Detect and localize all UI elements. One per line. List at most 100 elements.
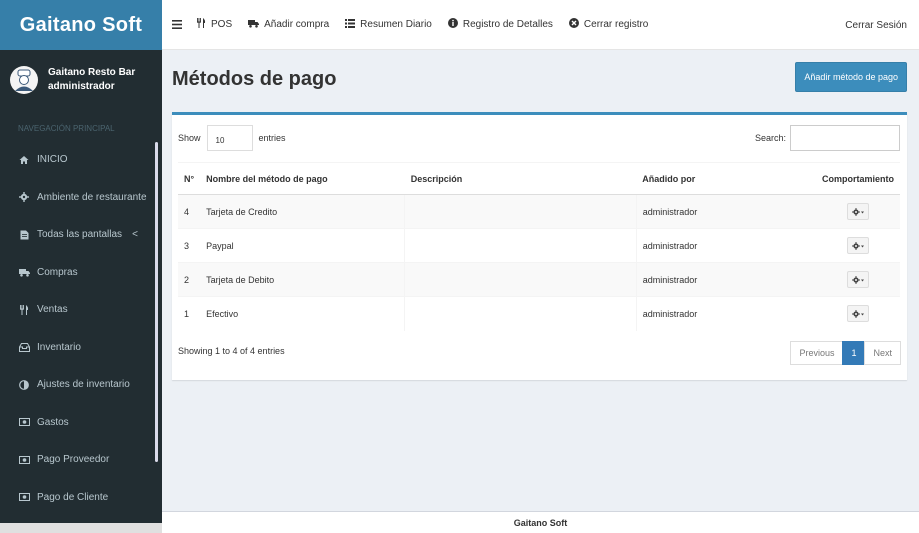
row-actions-button[interactable] [847,237,869,254]
sidebar-item-label: Inventario [37,341,81,353]
sidebar-item-pago-proveedor[interactable]: Pago Proveedor [0,441,162,479]
sidebar-item-label: Gastos [37,416,69,428]
gear-dropdown-icon [851,241,864,250]
table-row: 1 Efectivo administrador [178,296,900,331]
pagination-page-1[interactable]: 1 [842,341,866,365]
cell-name: Tarjeta de Credito [200,194,405,229]
logout-link[interactable]: Cerrar Sesión [845,0,907,50]
cutlery-icon [18,304,30,315]
sidebar-item-label: Ajustes de inventario [37,379,130,391]
chevron-left-icon[interactable]: < [132,229,138,240]
sidebar-item-compras[interactable]: Compras [0,254,162,292]
list-icon [345,18,356,31]
sidebar-item-gastos[interactable]: Gastos [0,404,162,442]
user-role: administrador [48,81,115,92]
table-row: 3 Paypal administrador [178,228,900,263]
cell-name: Paypal [200,228,405,263]
sidebar-item-inventario[interactable]: Inventario [0,329,162,367]
row-actions-button[interactable] [847,271,869,288]
brand-logo[interactable]: Gaitano Soft [0,0,162,50]
hamburger-icon[interactable] [172,18,182,32]
nav-label: Registro de Detalles [462,19,553,30]
sidebar-item-pantallas[interactable]: Todas las pantallas < [0,216,162,254]
truck-icon [18,268,30,277]
cell-description [404,194,637,229]
archive-icon [18,342,30,352]
pagination-next[interactable]: Next [864,341,901,365]
cell-number: 1 [178,296,201,331]
table-info: Showing 1 to 4 of 4 entries [178,346,285,356]
datatable-controls: Show 10 entries Search: [178,125,900,151]
search-control: Search: [755,125,900,151]
add-payment-method-button[interactable]: Añadir método de pago [795,62,907,92]
search-label: Search: [754,133,786,143]
cell-number: 2 [178,262,201,297]
column-header-actions[interactable]: Comportamiento [816,162,900,195]
sidebar-item-ventas[interactable]: Ventas [0,291,162,329]
sidebar-item-label: Todas las pantallas [37,229,123,241]
entries-label: entries [258,133,286,143]
money-icon [18,493,30,502]
top-navbar: POS Añadir compra Resumen Diario Registr… [162,0,919,50]
page-length-control: Show 10 entries [178,125,286,151]
pagination: Previous 1 Next [790,341,901,365]
table-header-row: N° Nombre del método de pago Descripción… [178,162,900,195]
sidebar-scrollbar[interactable] [155,142,158,462]
cell-added-by: administrador [635,228,816,263]
sidebar-footer-strip [0,523,186,533]
page-footer: Gaitano Soft [162,511,919,533]
user-panel: Gaitano Resto Bar administrador [0,50,162,110]
column-header-description[interactable]: Descripción [404,162,637,195]
file-icon [18,230,30,240]
info-icon [447,18,458,31]
cell-number: 3 [178,228,201,263]
avatar [10,66,38,94]
money-icon [18,455,30,464]
sidebar-item-pago-cliente[interactable]: Pago de Cliente [0,479,162,517]
row-actions-button[interactable] [847,203,869,220]
show-label: Show [178,133,201,143]
row-actions-button[interactable] [847,305,869,323]
cell-added-by: administrador [635,262,816,297]
column-header-name[interactable]: Nombre del método de pago [200,162,405,195]
page-title: Métodos de pago [172,68,337,90]
nav-label: Resumen Diario [360,19,432,30]
sidebar-item-label: Compras [37,266,78,278]
search-input[interactable] [790,125,900,151]
cell-description [404,228,637,263]
nav-label: Cerrar registro [583,19,649,30]
sidebar-item-label: Pago de Cliente [37,491,109,503]
user-name: Gaitano Resto Bar [48,67,136,78]
gear-icon [18,192,30,203]
cell-description [404,262,637,297]
sidebar-item-ajustes[interactable]: Ajustes de inventario [0,366,162,404]
close-circle-icon [568,18,579,31]
sidebar-item-label: Ambiente de restaurante [37,191,147,203]
content-header: Métodos de pago Añadir método de pago [172,58,907,108]
cutlery-icon [196,18,206,31]
money-icon [18,418,30,427]
cell-added-by: administrador [635,296,816,331]
cell-actions [816,296,900,331]
cell-added-by: administrador [635,194,816,229]
nav-close-register-link[interactable]: Cerrar registro [568,18,649,31]
cell-actions [816,262,900,297]
nav-add-purchase-link[interactable]: Añadir compra [248,19,329,31]
gear-dropdown-icon [851,275,864,284]
pagination-previous[interactable]: Previous [790,341,844,365]
page-length-select[interactable]: 10 [206,125,253,151]
sidebar: Gaitano Soft Gaitano Resto Bar administr… [0,0,162,533]
nav-details-log-link[interactable]: Registro de Detalles [447,18,553,31]
cell-description [404,296,637,331]
table-row: 2 Tarjeta de Debito administrador [178,262,900,297]
sidebar-item-label: INICIO [37,154,68,166]
home-icon [18,155,30,165]
nav-daily-summary-link[interactable]: Resumen Diario [345,18,432,31]
sidebar-item-ambiente[interactable]: Ambiente de restaurante [0,179,162,217]
sidebar-item-inicio[interactable]: INICIO [0,141,162,179]
chef-avatar-icon [11,67,37,93]
cell-actions [816,228,900,263]
column-header-added-by[interactable]: Añadido por [636,162,816,195]
nav-pos-link[interactable]: POS [196,18,232,31]
column-header-number[interactable]: N° [178,162,201,195]
